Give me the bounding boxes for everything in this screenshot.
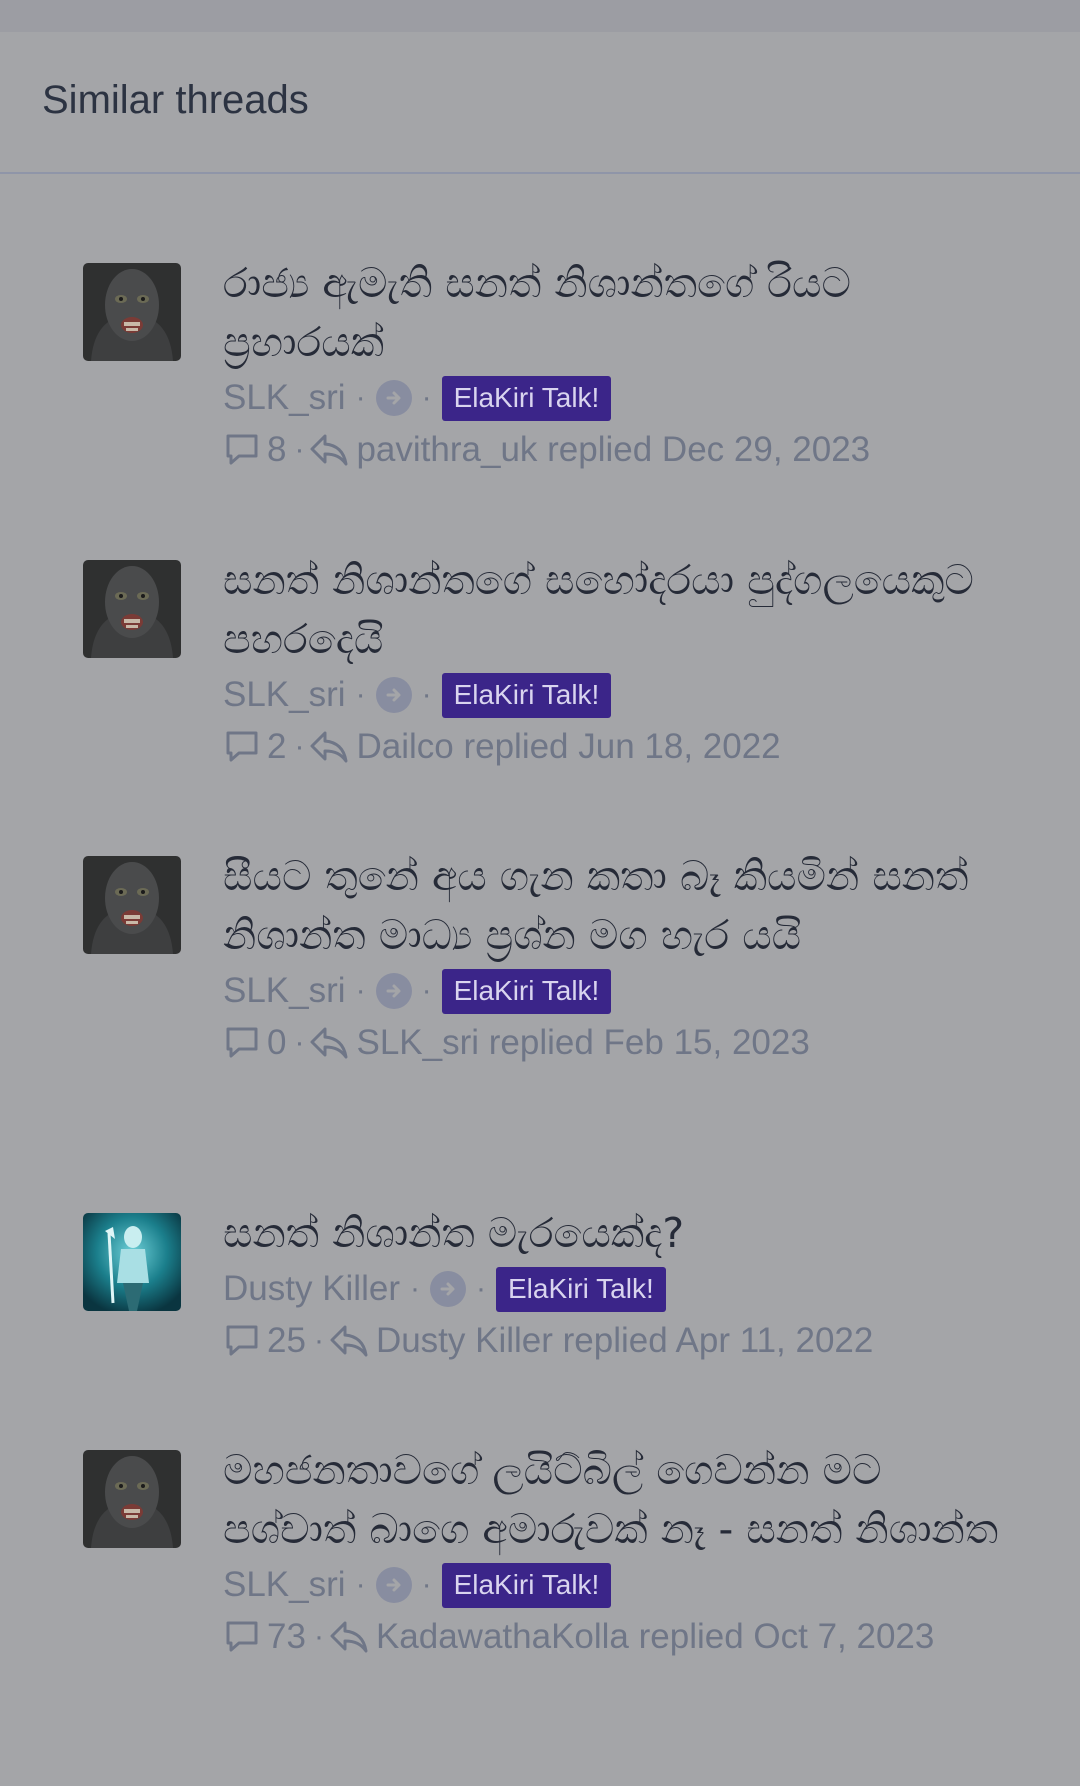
avatar[interactable] [83,856,181,954]
reply-count: 25 [267,1321,306,1360]
separator-dot: · [313,1324,324,1357]
avatar[interactable] [83,1450,181,1548]
forum-badge[interactable]: ElaKiri Talk! [495,1266,666,1312]
reply-arrow-icon [308,728,350,766]
masked-figure-avatar-image [83,856,181,954]
separator-dot: · [421,381,432,414]
thread-meta: Dusty Killer · · ElaKiri Talk! [223,1263,1013,1315]
last-reply[interactable]: pavithra_uk replied Dec 29, 2023 [356,430,870,470]
thread-title[interactable]: සීයට තුනේ අය ගැන කතා බෑ කියමින් සනත් නිශ… [223,847,1013,965]
block-title: Similar threads [42,78,309,122]
separator-dot: · [421,678,432,711]
thread-body: සීයට තුනේ අය ගැන කතා බෑ කියමින් සනත් නිශ… [223,847,1013,1069]
separator-dot: · [294,433,305,466]
thread-author[interactable]: SLK_sri [223,1565,346,1605]
last-reply[interactable]: SLK_sri replied Feb 15, 2023 [356,1023,809,1063]
thread-author[interactable]: SLK_sri [223,378,346,418]
reply-count: 8 [267,430,287,469]
masked-figure-avatar-image [83,560,181,658]
separator-dot: · [355,974,366,1007]
blue-warrior-avatar-image [83,1213,181,1311]
thread-author[interactable]: SLK_sri [223,675,346,715]
thread-body: සනත් නිශාන්ත මැරයෙක්ද? Dusty Killer · · … [223,1204,1013,1367]
last-reply[interactable]: Dailco replied Jun 18, 2022 [356,727,780,767]
separator-dot: · [355,381,366,414]
reply-count: 73 [267,1617,306,1656]
thread-author[interactable]: SLK_sri [223,971,346,1011]
thread-body: රාජ්‍ය ඇමැති සනත් නිශාන්තගේ රියට ප්‍රහාර… [223,254,1013,476]
masked-figure-avatar-image [83,1450,181,1548]
arrow-right-circle-icon [375,973,412,1009]
reply-arrow-icon [308,1024,350,1062]
avatar[interactable] [83,1213,181,1311]
thread-body: සනත් නිශාන්තගේ සහෝදරයා පුද්ගලයෙකුට පහරදෙ… [223,551,1013,773]
thread-title[interactable]: සනත් නිශාන්තගේ සහෝදරයා පුද්ගලයෙකුට පහරදෙ… [223,551,1013,669]
thread-stats: 8 · pavithra_uk replied Dec 29, 2023 [223,424,1013,476]
forum-badge[interactable]: ElaKiri Talk! [441,672,612,718]
separator-dot: · [355,678,366,711]
forum-badge[interactable]: ElaKiri Talk! [441,1562,612,1608]
comment-bubble-icon [223,728,261,766]
arrow-right-circle-icon [375,677,412,713]
reply-arrow-icon [328,1322,370,1360]
top-strip [0,0,1080,32]
thread-meta: SLK_sri · · ElaKiri Talk! [223,669,1013,721]
reply-arrow-icon [328,1618,370,1656]
separator-dot: · [421,974,432,1007]
comment-bubble-icon [223,431,261,469]
thread-stats: 25 · Dusty Killer replied Apr 11, 2022 [223,1315,1013,1367]
arrow-right-circle-icon [429,1271,466,1307]
thread-author[interactable]: Dusty Killer [223,1269,400,1309]
thread-body: මහජනතාවගේ ලයිට්බිල් ගෙවන්න මට පශ්චාත් බා… [223,1441,1013,1663]
avatar[interactable] [83,263,181,361]
thread-meta: SLK_sri · · ElaKiri Talk! [223,1559,1013,1611]
block-header: Similar threads [0,32,1080,174]
masked-figure-avatar-image [83,263,181,361]
avatar[interactable] [83,560,181,658]
thread-stats: 2 · Dailco replied Jun 18, 2022 [223,721,1013,773]
reply-arrow-icon [308,431,350,469]
thread-stats: 73 · KadawathaKolla replied Oct 7, 2023 [223,1611,1013,1663]
arrow-right-circle-icon [375,1567,412,1603]
arrow-right-circle-icon [375,380,412,416]
thread-title[interactable]: සනත් නිශාන්ත මැරයෙක්ද? [223,1204,1013,1263]
thread-stats: 0 · SLK_sri replied Feb 15, 2023 [223,1017,1013,1069]
separator-dot: · [313,1620,324,1653]
separator-dot: · [421,1568,432,1601]
reply-count: 2 [267,727,287,766]
last-reply[interactable]: Dusty Killer replied Apr 11, 2022 [376,1321,873,1361]
forum-badge[interactable]: ElaKiri Talk! [441,968,612,1014]
separator-dot: · [475,1272,486,1305]
separator-dot: · [409,1272,420,1305]
thread-meta: SLK_sri · · ElaKiri Talk! [223,965,1013,1017]
thread-meta: SLK_sri · · ElaKiri Talk! [223,372,1013,424]
separator-dot: · [294,1026,305,1059]
separator-dot: · [294,730,305,763]
separator-dot: · [355,1568,366,1601]
comment-bubble-icon [223,1322,261,1360]
comment-bubble-icon [223,1024,261,1062]
forum-badge[interactable]: ElaKiri Talk! [441,375,612,421]
thread-title[interactable]: රාජ්‍ය ඇමැති සනත් නිශාන්තගේ රියට ප්‍රහාර… [223,254,1013,372]
reply-count: 0 [267,1023,287,1062]
comment-bubble-icon [223,1618,261,1656]
last-reply[interactable]: KadawathaKolla replied Oct 7, 2023 [376,1617,934,1657]
thread-title[interactable]: මහජනතාවගේ ලයිට්බිල් ගෙවන්න මට පශ්චාත් බා… [223,1441,1013,1559]
